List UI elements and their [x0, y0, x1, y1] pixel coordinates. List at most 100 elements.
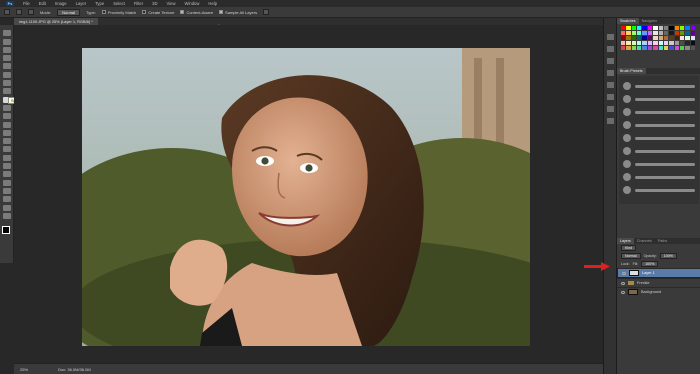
color-swatch[interactable] [685, 46, 690, 50]
color-swatch[interactable] [690, 46, 695, 50]
color-swatch[interactable] [663, 36, 669, 40]
color-swatch[interactable] [631, 41, 637, 45]
color-swatch[interactable] [631, 46, 637, 50]
color-swatch[interactable] [637, 31, 642, 35]
brush-size-picker[interactable] [16, 9, 22, 15]
color-swatch[interactable] [690, 41, 695, 45]
menu-layer[interactable]: Layer [76, 1, 86, 6]
color-swatch[interactable] [647, 41, 653, 45]
color-swatch[interactable] [679, 31, 685, 35]
tab-swatches[interactable]: Swatches [617, 18, 639, 24]
brush-preset[interactable] [623, 121, 631, 129]
menu-type[interactable]: Type [95, 1, 104, 6]
color-swatch[interactable] [658, 46, 663, 50]
color-swatch[interactable] [669, 31, 674, 35]
color-swatch[interactable] [642, 31, 647, 35]
color-swatch[interactable] [669, 46, 674, 50]
color-swatch[interactable] [647, 36, 653, 40]
tab-navigator[interactable]: Navigator [639, 18, 660, 24]
color-swatch[interactable] [658, 36, 663, 40]
color-swatch[interactable] [647, 31, 653, 35]
color-swatch[interactable] [621, 46, 626, 50]
tab-channels[interactable]: Channels [634, 238, 655, 244]
color-swatch[interactable] [642, 41, 647, 45]
brush-presets-list[interactable] [619, 76, 699, 204]
color-swatch[interactable] [669, 26, 674, 30]
type-proximity-match[interactable]: Proximity Match [101, 10, 136, 15]
color-swatch[interactable] [685, 26, 690, 30]
color-swatch[interactable] [658, 41, 663, 45]
menu-select[interactable]: Select [113, 1, 125, 6]
sample-all-layers-checkbox[interactable]: Sample All Layers [219, 10, 257, 15]
path-select-tool-icon[interactable] [2, 179, 11, 186]
menu-view[interactable]: View [167, 1, 176, 6]
menu-edit[interactable]: Edit [39, 1, 46, 6]
color-swatch[interactable] [663, 26, 669, 30]
type-create-texture[interactable]: Create Texture [142, 10, 174, 15]
pen-tool-icon[interactable] [2, 163, 11, 170]
fill-input[interactable]: 100% [641, 261, 659, 267]
shape-tool-icon[interactable] [2, 187, 11, 194]
color-swatch[interactable] [679, 36, 685, 40]
color-swatch[interactable] [685, 31, 690, 35]
color-swatch[interactable] [658, 26, 663, 30]
brush-preset[interactable] [623, 173, 631, 181]
color-swatch[interactable] [653, 41, 658, 45]
eyedropper-tool-icon[interactable] [2, 71, 11, 78]
brush-preset[interactable] [623, 108, 631, 116]
menu-image[interactable]: Image [55, 1, 67, 6]
eraser-tool-icon[interactable] [2, 129, 11, 136]
color-swatch[interactable] [674, 31, 679, 35]
color-swatch[interactable] [631, 31, 637, 35]
blend-mode-select[interactable]: Normal [621, 253, 641, 259]
adjustments-panel-icon[interactable] [607, 94, 614, 100]
color-swatch[interactable] [637, 36, 642, 40]
color-swatch[interactable] [653, 36, 658, 40]
history-brush-tool-icon[interactable] [2, 121, 11, 128]
color-swatch[interactable] [626, 41, 631, 45]
color-swatch[interactable] [653, 26, 658, 30]
tab-brush-presets[interactable]: Brush Presets [617, 68, 646, 74]
color-swatch[interactable] [621, 31, 626, 35]
document-photo[interactable] [82, 48, 530, 346]
color-swatch[interactable] [679, 26, 685, 30]
opacity-input[interactable]: 100% [659, 253, 677, 259]
brush-preset[interactable] [623, 186, 631, 194]
brush-preset[interactable] [623, 147, 631, 155]
color-swatch[interactable] [637, 41, 642, 45]
menu-window[interactable]: Window [185, 1, 200, 6]
layer-row[interactable]: Layer 1 [617, 268, 700, 278]
menu-3d[interactable]: 3D [152, 1, 157, 6]
brush-preset[interactable] [623, 95, 631, 103]
crop-tool-icon[interactable] [2, 63, 11, 70]
color-swatch[interactable] [653, 46, 658, 50]
clone-stamp-tool-icon[interactable] [2, 113, 11, 120]
color-swatch[interactable] [690, 31, 695, 35]
color-swatch[interactable] [626, 31, 631, 35]
paragraph-panel-icon[interactable] [607, 82, 614, 88]
tab-layers[interactable]: Layers [617, 238, 634, 244]
brush-preset[interactable] [623, 134, 631, 142]
layer-row[interactable]: Background [617, 287, 700, 296]
eye-icon[interactable] [621, 290, 625, 294]
edit-toolbar-icon[interactable] [2, 212, 11, 219]
tool-presets-panel-icon[interactable] [607, 118, 614, 124]
document-tab[interactable]: img1-1109.JPG @ 25% (Layer 1, RGB/8) * [14, 18, 98, 25]
frame-tool-icon[interactable] [2, 88, 11, 95]
move-tool-icon[interactable] [2, 30, 11, 37]
color-swatch[interactable] [642, 46, 647, 50]
properties-panel-icon[interactable] [607, 46, 614, 52]
swatches-grid[interactable] [621, 26, 695, 64]
layer-row[interactable]: Freckle [617, 278, 700, 287]
color-swatch[interactable] [669, 41, 674, 45]
color-swatch[interactable] [631, 26, 637, 30]
type-content-aware[interactable]: Content-Aware [180, 10, 213, 15]
lasso-tool-icon[interactable] [2, 46, 11, 53]
color-swatch[interactable] [647, 46, 653, 50]
brush-settings-icon[interactable] [28, 9, 34, 15]
menu-file[interactable]: File [23, 1, 30, 6]
eye-icon[interactable] [622, 271, 626, 275]
color-swatches[interactable] [2, 226, 13, 237]
menu-filter[interactable]: Filter [134, 1, 143, 6]
color-swatch[interactable] [674, 41, 679, 45]
